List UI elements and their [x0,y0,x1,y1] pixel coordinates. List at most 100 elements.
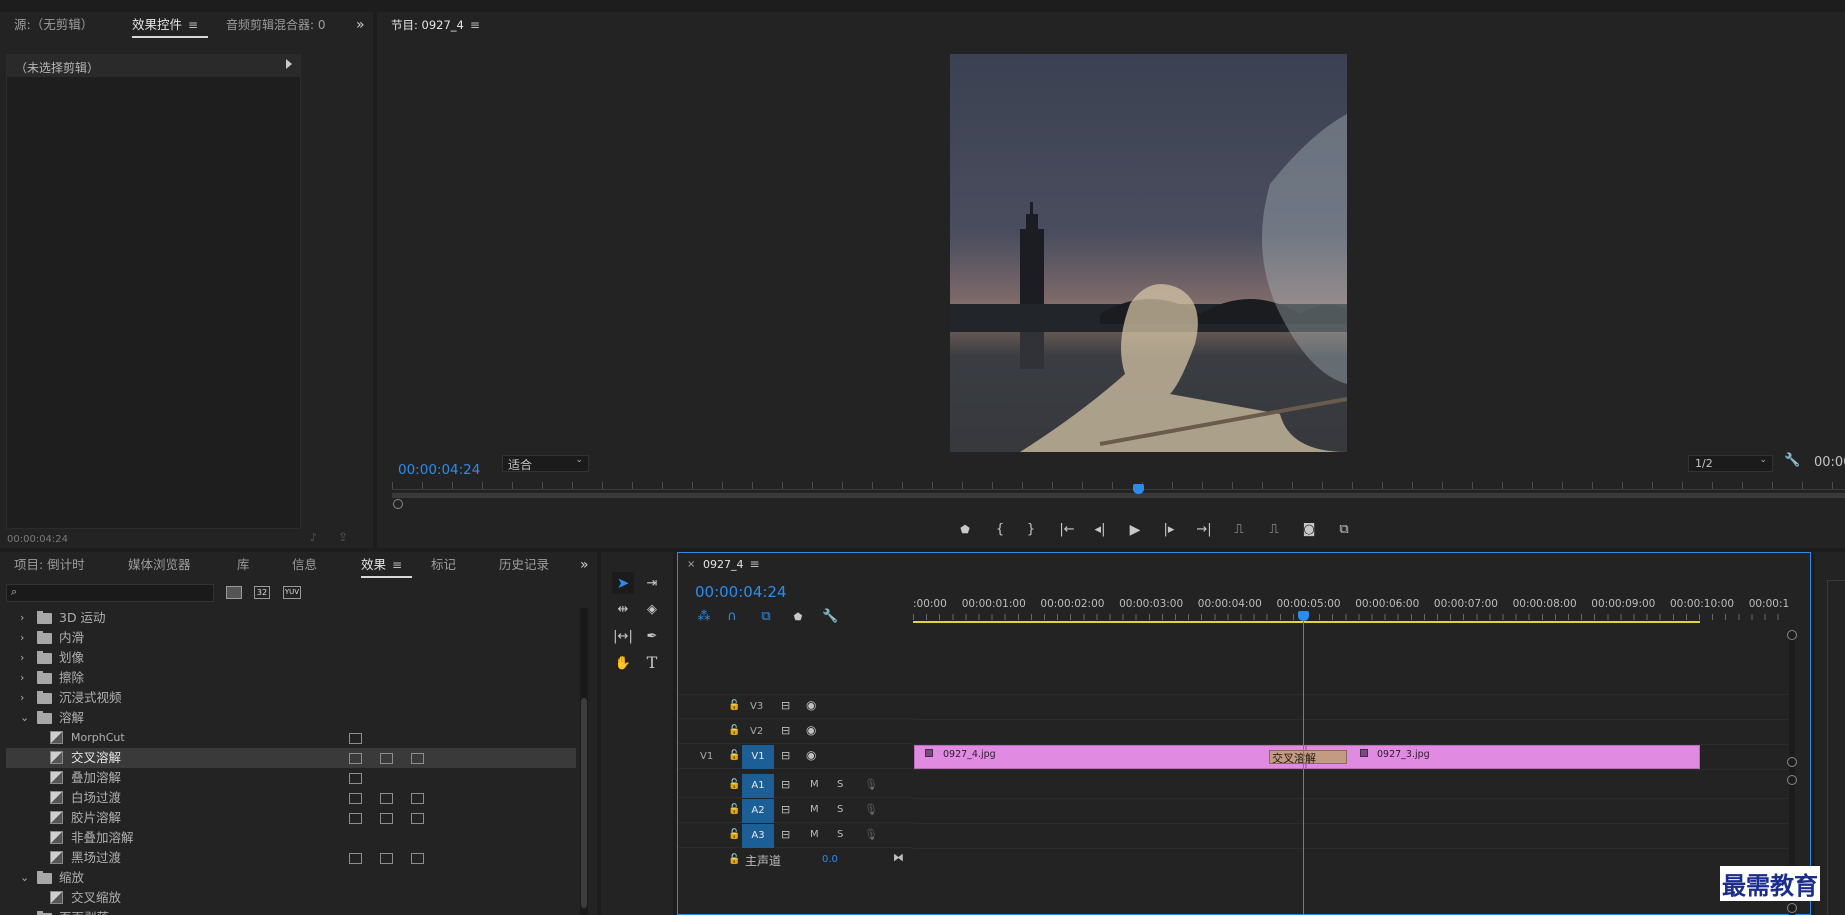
sync-lock-icon[interactable]: ⊟ [781,749,790,762]
track-target-toggle[interactable]: V1 [742,745,774,769]
tab-markers[interactable]: 标记 [431,552,456,578]
lock-icon[interactable]: 🔓 [728,854,740,865]
tab-audio-clip-mixer[interactable]: 音频剪辑混合器: 0 [226,12,326,38]
chevron-down-icon[interactable]: ⌄ [20,868,29,888]
effect-item[interactable]: 非叠加溶解 [6,828,576,848]
vscroll-bottom-handle[interactable] [1787,903,1797,913]
tab-effect-controls[interactable]: 效果控件 ≡ [132,12,209,38]
program-playhead[interactable] [1133,484,1144,494]
effect-item[interactable]: 交叉溶解 [6,748,576,768]
export-frame-icon[interactable]: ◙ [1300,522,1318,538]
effect-item[interactable]: MorphCut [6,728,576,748]
effects-folder[interactable]: › 划像 [6,648,576,668]
track-label[interactable]: V2 [750,726,763,737]
effect-item[interactable]: 胶片溶解 [6,808,576,828]
track-target-toggle[interactable]: A1 [742,774,774,798]
master-volume-value[interactable]: 0.0 [822,854,838,865]
effects-scroll-thumb[interactable] [581,698,587,908]
tab-history[interactable]: 历史记录 [499,552,549,578]
play-icon[interactable]: ▶ [1127,522,1143,538]
vscroll-top-handle[interactable] [1787,630,1797,640]
microphone-icon[interactable]: 🎙 [864,803,878,816]
sync-lock-icon[interactable]: ⊟ [781,803,790,816]
effect-item[interactable]: 白场过渡 [6,788,576,808]
go-to-out-icon[interactable]: →| [1194,522,1214,538]
microphone-icon[interactable]: 🎙 [864,778,878,791]
vscroll-lower-handle[interactable] [1787,775,1797,785]
panel-menu-icon[interactable]: ≡ [188,12,198,38]
ripple-edit-tool-icon[interactable]: ⇹ [612,602,634,618]
program-monitor-title[interactable]: 节目: 0927_4 ≡ [391,12,480,38]
source-patch-label[interactable]: V1 [700,751,713,762]
chevron-right-icon[interactable]: › [20,688,24,708]
chevron-right-icon[interactable]: › [20,908,24,915]
selection-tool-icon[interactable]: ➤ [612,572,634,594]
tab-source[interactable]: 源:（无剪辑） [14,12,93,38]
fit-select[interactable]: 适合 ⌄ [502,455,589,472]
clip-0927-3[interactable]: 0927_3.jpg [1306,745,1700,769]
panel-menu-icon[interactable]: ≡ [470,12,480,38]
step-back-icon[interactable]: ◂| [1092,522,1108,538]
eye-icon[interactable]: ◉ [806,698,816,712]
tab-info[interactable]: 信息 [292,552,317,578]
pen-tool-icon[interactable]: ✒ [641,629,663,645]
program-mini-ruler[interactable] [392,482,1845,490]
mark-out-icon[interactable]: } [1023,522,1039,538]
solo-button[interactable]: S [837,829,843,840]
panel-expand-button[interactable]: » [356,12,365,38]
chevron-right-icon[interactable]: › [20,608,24,628]
sync-lock-icon[interactable]: ⊟ [781,724,790,737]
solo-button[interactable]: S [837,804,843,815]
vscroll-mid-handle[interactable] [1787,757,1797,767]
timeline-settings-icon[interactable]: 🔧 [822,609,838,625]
program-timecode[interactable]: 00:00:04:24 [398,462,480,478]
play-clip-icon[interactable] [286,59,292,69]
mark-in-icon[interactable]: { [992,522,1008,538]
lock-icon[interactable]: 🔓 [728,779,740,790]
timeline-playhead-handle[interactable] [1298,611,1309,621]
scrub-in-handle[interactable] [393,499,403,509]
effects-folder[interactable]: ⌄ 溶解 [6,708,576,728]
effects-folder[interactable]: › 沉浸式视频 [6,688,576,708]
tab-media-browser[interactable]: 媒体浏览器 [128,552,191,578]
effect-item[interactable]: 叠加溶解 [6,768,576,788]
chevron-right-icon[interactable]: › [20,628,24,648]
export-frame-icon[interactable]: ⇪ [338,530,348,544]
accelerated-effects-icon[interactable]: 32 [254,586,270,599]
panel-menu-icon[interactable]: ≡ [750,553,760,575]
effects-search-input[interactable]: ⌕ [6,584,214,602]
eye-icon[interactable]: ◉ [806,748,816,762]
extract-icon[interactable]: ⎍ [1264,522,1284,538]
tab-project[interactable]: 项目: 倒计时 [14,552,85,578]
go-to-in-icon[interactable]: |← [1057,522,1077,538]
effects-scrollbar[interactable] [580,608,588,915]
track-label[interactable]: V3 [750,701,763,712]
effects-folder[interactable]: › 内滑 [6,628,576,648]
effect-item[interactable]: 交叉缩放 [6,888,576,908]
effect-item[interactable]: 黑场过渡 [6,848,576,868]
chevron-right-icon[interactable]: › [20,668,24,688]
sync-lock-icon[interactable]: ⊟ [781,778,790,791]
transition-cross-dissolve[interactable]: 交叉溶解 [1269,750,1347,765]
effects-folder[interactable]: › 页面剥落 [6,908,576,915]
lock-icon[interactable]: 🔓 [728,829,740,840]
go-to-keyframe-icon[interactable]: ⧓ [893,851,904,864]
yuv-effects-icon[interactable]: YUV [283,586,301,599]
compare-view-icon[interactable]: ⧉ [1334,522,1354,538]
clip-0927-4[interactable]: 0927_4.jpg [914,745,1306,769]
work-area-bar[interactable] [913,621,1700,623]
timeline-timecode[interactable]: 00:00:04:24 [695,583,787,601]
add-marker-icon[interactable]: ⬟ [957,522,973,538]
nest-icon[interactable]: ⁂ [695,609,713,625]
sync-lock-icon[interactable]: ⊟ [781,699,790,712]
track-target-toggle[interactable]: A2 [742,799,774,823]
wrench-icon[interactable]: 🔧 [1784,453,1800,468]
snap-magnet-icon[interactable]: ∩ [723,609,741,625]
chevron-down-icon[interactable]: ⌄ [20,708,29,728]
program-scrub-bar[interactable] [392,493,1845,498]
tab-effects[interactable]: 效果 ≡ [361,552,413,578]
tab-sequence[interactable]: 0927_4 ≡ [703,553,760,575]
resolution-select[interactable]: 1/2 ⌄ [1688,455,1773,472]
lock-icon[interactable]: 🔓 [728,804,740,815]
lock-icon[interactable]: 🔓 [728,750,740,761]
